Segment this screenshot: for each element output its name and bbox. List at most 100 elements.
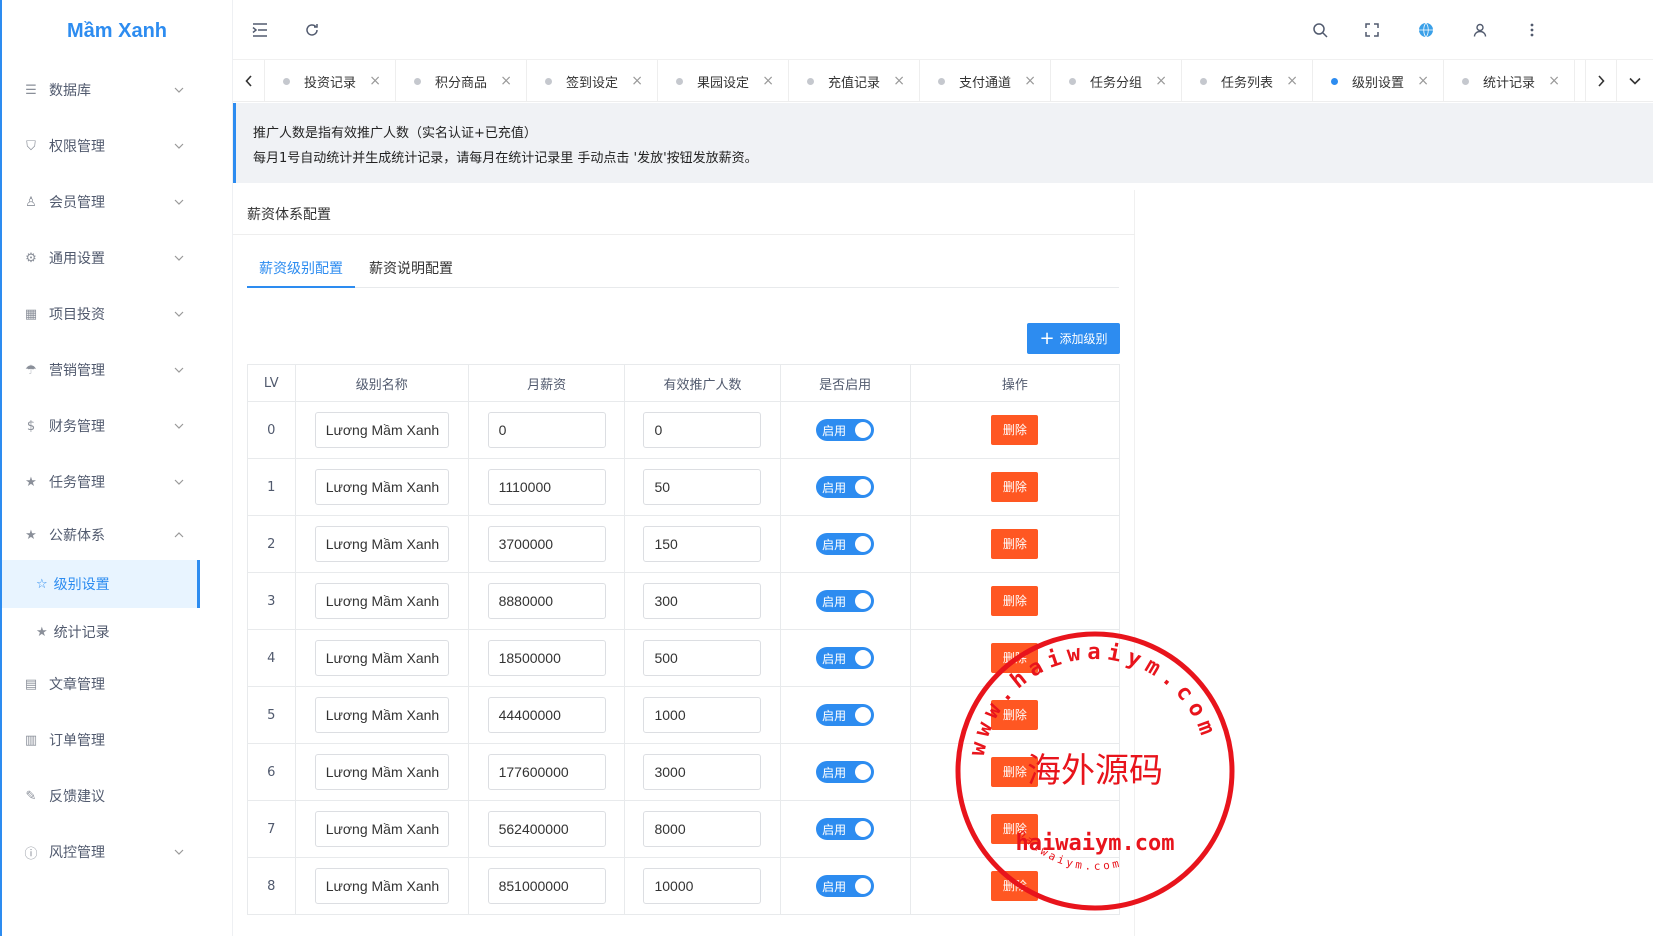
delete-button[interactable]: 删除: [991, 472, 1039, 502]
level-name-input[interactable]: Lương Mầm Xanh: [314, 868, 449, 904]
search-icon[interactable]: [1310, 20, 1330, 40]
referral-count-input[interactable]: 300: [643, 583, 762, 619]
tab-label: 支付通道: [959, 75, 1012, 91]
level-name-input[interactable]: Lương Mầm Xanh: [314, 469, 449, 505]
enable-toggle[interactable]: 启用: [816, 818, 875, 840]
sidebar-item[interactable]: $ 财务管理: [2, 398, 232, 454]
delete-button[interactable]: 删除: [991, 529, 1039, 559]
level-name-input[interactable]: Lương Mầm Xanh: [314, 412, 449, 448]
sidebar-item[interactable]: ★ 任务管理: [2, 454, 232, 510]
app-logo[interactable]: Mầm Xanh: [2, 0, 232, 62]
referral-count-input[interactable]: 8000: [643, 811, 762, 847]
salary-input[interactable]: 1110000: [487, 469, 606, 505]
level-name-input[interactable]: Lương Mầm Xanh: [314, 754, 449, 790]
salary-input[interactable]: 8880000: [487, 583, 606, 619]
close-icon[interactable]: ×: [500, 73, 512, 89]
sidebar-item[interactable]: ★ 公薪体系: [2, 510, 232, 560]
level-name-input[interactable]: Lương Mầm Xanh: [314, 640, 449, 676]
sidebar-subitem-statistics[interactable]: ★ 统计记录: [2, 608, 232, 656]
table-row: 4 Lương Mầm Xanh 18500000 500 启用 删除: [247, 629, 1121, 687]
tab-item[interactable]: 充值记录 ×: [789, 60, 920, 102]
salary-input[interactable]: 0: [487, 412, 606, 448]
enable-toggle[interactable]: 启用: [816, 647, 875, 669]
tab-item[interactable]: 果园设定 ×: [658, 60, 789, 102]
close-icon[interactable]: ×: [631, 73, 643, 89]
referral-count-input[interactable]: 1000: [643, 697, 762, 733]
sidebar-item[interactable]: ⚙ 通用设置: [2, 230, 232, 286]
close-icon[interactable]: ×: [893, 73, 905, 89]
tab-item[interactable]: 统计记录 ×: [1444, 60, 1575, 102]
cell-lv: 6: [247, 743, 296, 801]
enable-toggle[interactable]: 启用: [816, 875, 875, 897]
close-icon[interactable]: ×: [1155, 73, 1167, 89]
sidebar-item[interactable]: ▦ 项目投资: [2, 286, 232, 342]
referral-count-input[interactable]: 3000: [643, 754, 762, 790]
tab-item[interactable]: 任务列表 ×: [1182, 60, 1313, 102]
salary-input[interactable]: 3700000: [487, 526, 606, 562]
delete-button[interactable]: 删除: [991, 415, 1039, 445]
tab-item[interactable]: 任务分组 ×: [1051, 60, 1182, 102]
fullscreen-icon[interactable]: [1362, 20, 1382, 40]
enable-toggle[interactable]: 启用: [816, 419, 875, 441]
sidebar-item[interactable]: ☂ 营销管理: [2, 342, 232, 398]
salary-input[interactable]: 851000000: [487, 868, 606, 904]
sidebar-item[interactable]: ♙ 会员管理: [2, 174, 232, 230]
more-vertical-icon[interactable]: [1522, 20, 1542, 40]
salary-input[interactable]: 562400000: [487, 811, 606, 847]
sidebar-subitem-level-settings[interactable]: ☆ 级别设置: [2, 560, 200, 608]
salary-input[interactable]: 177600000: [487, 754, 606, 790]
salary-input[interactable]: 18500000: [487, 640, 606, 676]
referral-count-input[interactable]: 150: [643, 526, 762, 562]
delete-button[interactable]: 删除: [991, 700, 1039, 730]
tab-label: 果园设定: [697, 75, 750, 91]
level-name-input[interactable]: Lương Mầm Xanh: [314, 697, 449, 733]
tab-item[interactable]: 积分商品 ×: [396, 60, 527, 102]
header-monthly-salary: 月薪资: [467, 364, 626, 402]
menu-fold-icon[interactable]: [250, 20, 270, 40]
sidebar-item[interactable]: ☰ 数据库: [2, 62, 232, 118]
tabs-dropdown-icon[interactable]: [1619, 60, 1651, 102]
enable-toggle[interactable]: 启用: [816, 704, 875, 726]
delete-button[interactable]: 删除: [991, 871, 1039, 901]
sidebar-item[interactable]: ⓘ 风控管理: [2, 824, 232, 880]
referral-count-input[interactable]: 500: [643, 640, 762, 676]
sidebar-item[interactable]: ✎ 反馈建议: [2, 768, 232, 824]
sidebar-item[interactable]: ▤ 文章管理: [2, 656, 232, 712]
tab-salary-description[interactable]: 薪资说明配置: [369, 250, 453, 288]
delete-button[interactable]: 删除: [991, 814, 1039, 844]
sidebar-item-label: 数据库: [49, 83, 91, 99]
sidebar-item[interactable]: ⛉ 权限管理: [2, 118, 232, 174]
tabs-next-icon[interactable]: [1585, 60, 1617, 102]
referral-count-input[interactable]: 50: [643, 469, 762, 505]
level-name-input[interactable]: Lương Mầm Xanh: [314, 811, 449, 847]
close-icon[interactable]: ×: [1024, 73, 1036, 89]
tab-item[interactable]: 级别设置 ×: [1313, 60, 1444, 102]
enable-toggle[interactable]: 启用: [816, 476, 875, 498]
referral-count-input[interactable]: 10000: [643, 868, 762, 904]
level-name-input[interactable]: Lương Mầm Xanh: [314, 526, 449, 562]
delete-button[interactable]: 删除: [991, 757, 1039, 787]
add-level-button[interactable]: + 添加级别: [1027, 323, 1120, 354]
tab-item[interactable]: 签到设定 ×: [527, 60, 658, 102]
sidebar-item[interactable]: ▥ 订单管理: [2, 712, 232, 768]
enable-toggle[interactable]: 启用: [816, 761, 875, 783]
close-icon[interactable]: ×: [1417, 73, 1429, 89]
tab-salary-level[interactable]: 薪资级别配置: [247, 250, 355, 288]
salary-input[interactable]: 44400000: [487, 697, 606, 733]
tabs-prev-icon[interactable]: [233, 60, 265, 102]
close-icon[interactable]: ×: [1286, 73, 1298, 89]
level-name-input[interactable]: Lương Mầm Xanh: [314, 583, 449, 619]
delete-button[interactable]: 删除: [991, 586, 1039, 616]
tab-item[interactable]: 支付通道 ×: [920, 60, 1051, 102]
close-icon[interactable]: ×: [369, 73, 381, 89]
tab-item[interactable]: 投资记录 ×: [265, 60, 396, 102]
close-icon[interactable]: ×: [762, 73, 774, 89]
language-globe-icon[interactable]: [1416, 20, 1436, 40]
enable-toggle[interactable]: 启用: [816, 590, 875, 612]
user-icon[interactable]: [1470, 20, 1490, 40]
referral-count-input[interactable]: 0: [643, 412, 762, 448]
close-icon[interactable]: ×: [1548, 73, 1560, 89]
refresh-icon[interactable]: [302, 20, 322, 40]
enable-toggle[interactable]: 启用: [816, 533, 875, 555]
delete-button[interactable]: 删除: [991, 643, 1039, 673]
